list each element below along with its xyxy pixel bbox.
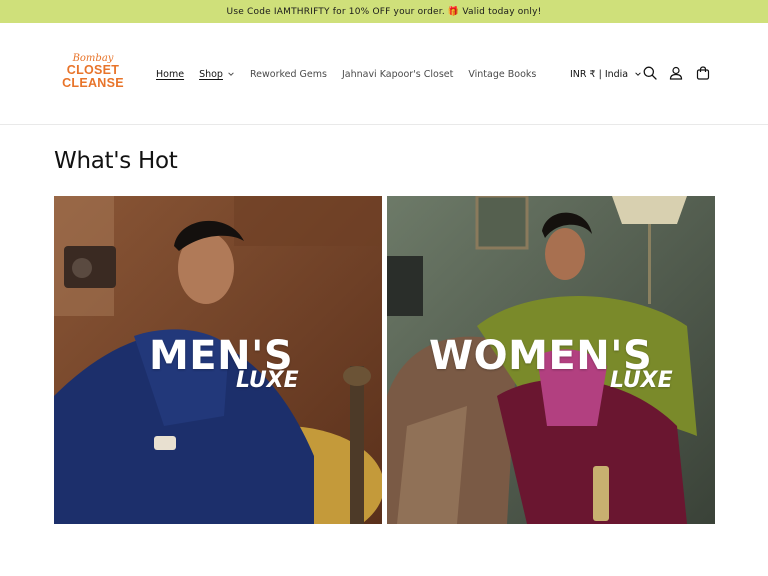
chevron-down-icon <box>228 72 234 76</box>
nav-item-vintage-books[interactable]: Vintage Books <box>468 69 536 80</box>
nav-item-label: Jahnavi Kapoor's Closet <box>341 68 454 80</box>
search-icon[interactable] <box>642 65 658 81</box>
section-title: What's Hot <box>54 148 178 174</box>
account-icon[interactable] <box>668 65 684 81</box>
currency-country-selector[interactable]: INR ₹ | India <box>570 67 642 81</box>
chevron-down-icon <box>635 72 641 76</box>
logo-line-2: CLEANSE <box>62 76 124 90</box>
cart-icon[interactable] <box>695 65 711 81</box>
announcement-text: Use Code IAMTHRIFTY for 10% OFF your ord… <box>226 6 542 17</box>
mens-luxe-card[interactable]: MEN'S LUXE <box>54 196 382 524</box>
mens-card-subtitle: LUXE <box>236 368 299 393</box>
nav-item-label: Reworked Gems <box>249 68 327 80</box>
nav-item-home[interactable]: Home <box>156 69 184 80</box>
nav-item-reworked-gems[interactable]: Reworked Gems <box>250 69 327 80</box>
womens-card-subtitle: LUXE <box>610 368 673 393</box>
nav-item-label: Vintage Books <box>468 68 537 80</box>
store-logo[interactable]: Bombay CLOSET CLEANSE <box>60 54 126 94</box>
locale-label: INR ₹ | India <box>570 68 629 80</box>
nav-item-label: Home <box>156 68 185 80</box>
nav-item-shop[interactable]: Shop <box>199 69 235 80</box>
nav-item-label: Shop <box>199 68 223 80</box>
site-header: Bombay CLOSET CLEANSE Home Shop Reworked… <box>0 23 768 125</box>
nav-item-jahnavi-kapoors-closet[interactable]: Jahnavi Kapoor's Closet <box>342 69 453 80</box>
womens-luxe-card[interactable]: WOMEN'S LUXE <box>387 196 715 524</box>
announcement-bar: Use Code IAMTHRIFTY for 10% OFF your ord… <box>0 0 768 23</box>
main-nav: Home Shop Reworked Gems Jahnavi Kapoor's… <box>156 67 551 81</box>
